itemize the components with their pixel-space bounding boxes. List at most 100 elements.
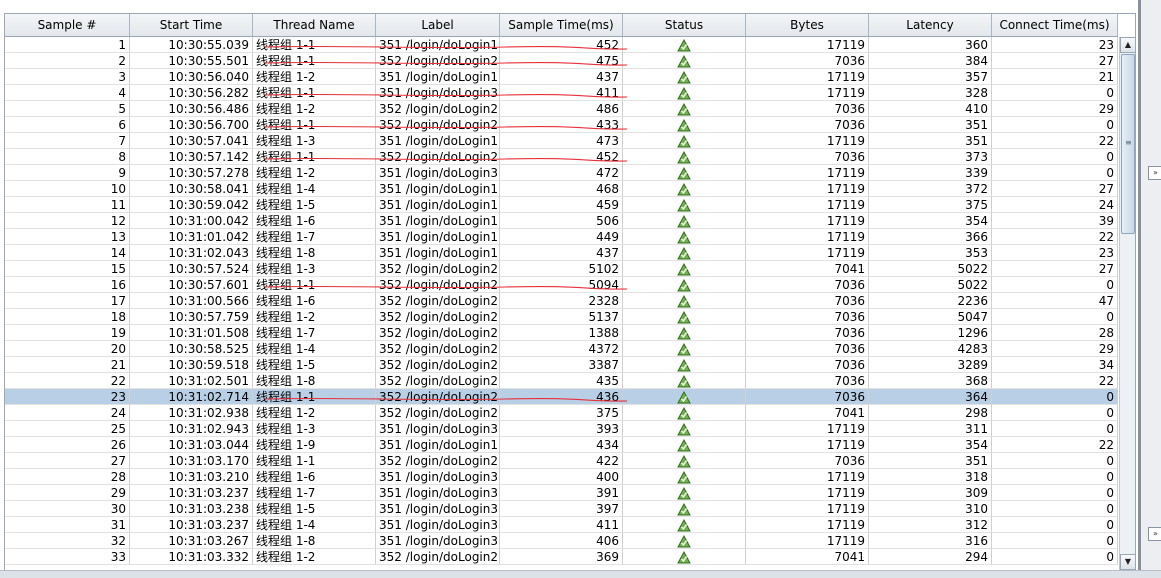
table-row[interactable]: 8 10:30:57.142 线程组 1-1 352 /login/doLogin2 4… — [5, 149, 1118, 165]
table-row[interactable]: 32 10:31:03.267 线程组 1-8 351 /login/doLogin3… — [5, 533, 1118, 549]
cell-label: 351 /login/doLogin1 — [376, 133, 500, 149]
cell-latency: 318 — [869, 469, 992, 485]
cell-start-time: 10:31:03.170 — [130, 453, 253, 469]
table-row[interactable]: 12 10:31:00.042 线程组 1-6 351 /login/doLogin1… — [5, 213, 1118, 229]
table-row[interactable]: 27 10:31:03.170 线程组 1-1 352 /login/doLogin2… — [5, 453, 1118, 469]
table-row[interactable]: 2 10:30:55.501 线程组 1-1 352 /login/doLogin2 4… — [5, 53, 1118, 69]
cell-status — [623, 53, 746, 69]
success-shield-icon — [677, 343, 691, 356]
table-row[interactable]: 24 10:31:02.938 线程组 1-2 352 /login/doLogin2… — [5, 405, 1118, 421]
col-header-label[interactable]: Label — [376, 14, 500, 36]
col-header-sample-number[interactable]: Sample # — [5, 14, 130, 36]
cell-sample-time: 449 — [500, 229, 623, 245]
table-row[interactable]: 19 10:31:01.508 线程组 1-7 352 /login/doLogin2… — [5, 325, 1118, 341]
table-row[interactable]: 28 10:31:03.210 线程组 1-6 351 /login/doLogin3… — [5, 469, 1118, 485]
table-row[interactable]: 33 10:31:03.332 线程组 1-2 352 /login/doLogin2… — [5, 549, 1118, 565]
scroll-up-arrow-icon[interactable]: ▲ — [1120, 37, 1135, 53]
success-shield-icon — [677, 439, 691, 452]
success-shield-icon — [677, 55, 691, 68]
scrollbar-thumb[interactable]: ≡ — [1121, 54, 1135, 234]
cell-label: 351 /login/doLogin3 — [376, 421, 500, 437]
table-row[interactable]: 4 10:30:56.282 线程组 1-1 351 /login/doLogin3 4… — [5, 85, 1118, 101]
cell-sample-number: 12 — [5, 213, 130, 229]
success-shield-icon — [677, 471, 691, 484]
table-row[interactable]: 31 10:31:03.237 线程组 1-4 351 /login/doLogin3… — [5, 517, 1118, 533]
table-row[interactable]: 26 10:31:03.044 线程组 1-9 351 /login/doLogin1… — [5, 437, 1118, 453]
table-row[interactable]: 25 10:31:02.943 线程组 1-3 351 /login/doLogin3… — [5, 421, 1118, 437]
cell-thread-name: 线程组 1-8 — [253, 373, 376, 389]
expand-chevron-icon[interactable]: » — [1148, 527, 1161, 541]
table-row[interactable]: 11 10:30:59.042 线程组 1-5 351 /login/doLogin1… — [5, 197, 1118, 213]
cell-start-time: 10:31:00.042 — [130, 213, 253, 229]
table-row[interactable]: 21 10:30:59.518 线程组 1-5 352 /login/doLogin2… — [5, 357, 1118, 373]
cell-start-time: 10:30:59.042 — [130, 197, 253, 213]
cell-thread-name: 线程组 1-1 — [253, 85, 376, 101]
cell-sample-time: 3387 — [500, 357, 623, 373]
cell-connect-time: 0 — [992, 389, 1118, 405]
vertical-scrollbar[interactable]: ▲ ≡ ▼ — [1119, 37, 1135, 570]
cell-label: 352 /login/doLogin2 — [376, 117, 500, 133]
table-row[interactable]: 1 10:30:55.039 线程组 1-1 351 /login/doLogin1 4… — [5, 37, 1118, 53]
cell-connect-time: 0 — [992, 149, 1118, 165]
cell-bytes: 17119 — [746, 69, 869, 85]
cell-sample-time: 369 — [500, 549, 623, 565]
table-row[interactable]: 20 10:30:58.525 线程组 1-4 352 /login/doLogin2… — [5, 341, 1118, 357]
cell-sample-time: 437 — [500, 245, 623, 261]
table-row[interactable]: 16 10:30:57.601 线程组 1-1 352 /login/doLogin2… — [5, 277, 1118, 293]
cell-sample-number: 13 — [5, 229, 130, 245]
cell-connect-time: 22 — [992, 133, 1118, 149]
cell-sample-number: 23 — [5, 389, 130, 405]
cell-connect-time: 23 — [992, 37, 1118, 53]
cell-sample-time: 391 — [500, 485, 623, 501]
table-row[interactable]: 6 10:30:56.700 线程组 1-1 352 /login/doLogin2 4… — [5, 117, 1118, 133]
scroll-down-arrow-icon[interactable]: ▼ — [1120, 554, 1135, 570]
table-row[interactable]: 14 10:31:02.043 线程组 1-8 351 /login/doLogin1… — [5, 245, 1118, 261]
table-row[interactable]: 9 10:30:57.278 线程组 1-2 351 /login/doLogin3 4… — [5, 165, 1118, 181]
table-row[interactable]: 3 10:30:56.040 线程组 1-2 351 /login/doLogin1 4… — [5, 69, 1118, 85]
table-row[interactable]: 5 10:30:56.486 线程组 1-2 352 /login/doLogin2 4… — [5, 101, 1118, 117]
table-row[interactable]: 29 10:31:03.237 线程组 1-7 351 /login/doLogin3… — [5, 485, 1118, 501]
col-header-connect-time[interactable]: Connect Time(ms) — [992, 14, 1118, 36]
cell-label: 351 /login/doLogin3 — [376, 165, 500, 181]
cell-status — [623, 277, 746, 293]
cell-bytes: 7036 — [746, 309, 869, 325]
table-row[interactable]: 22 10:31:02.501 线程组 1-8 352 /login/doLogin2… — [5, 373, 1118, 389]
table-row[interactable]: 7 10:30:57.041 线程组 1-3 351 /login/doLogin1 4… — [5, 133, 1118, 149]
col-header-start-time[interactable]: Start Time — [130, 14, 253, 36]
cell-latency: 375 — [869, 197, 992, 213]
table-row[interactable]: 30 10:31:03.238 线程组 1-5 351 /login/doLogin3… — [5, 501, 1118, 517]
cell-bytes: 17119 — [746, 421, 869, 437]
cell-sample-number: 9 — [5, 165, 130, 181]
cell-connect-time: 0 — [992, 469, 1118, 485]
col-header-thread-name[interactable]: Thread Name — [253, 14, 376, 36]
cell-label: 352 /login/doLogin2 — [376, 149, 500, 165]
cell-start-time: 10:31:03.238 — [130, 501, 253, 517]
table-row[interactable]: 17 10:31:00.566 线程组 1-6 352 /login/doLogin2… — [5, 293, 1118, 309]
cell-latency: 311 — [869, 421, 992, 437]
col-header-status[interactable]: Status — [623, 14, 746, 36]
table-row[interactable]: 23 10:31:02.714 线程组 1-1 352 /login/doLogin2… — [5, 389, 1118, 405]
cell-bytes: 7041 — [746, 549, 869, 565]
table-row[interactable]: 18 10:30:57.759 线程组 1-2 352 /login/doLogin2… — [5, 309, 1118, 325]
cell-bytes: 7036 — [746, 325, 869, 341]
col-header-bytes[interactable]: Bytes — [746, 14, 869, 36]
col-header-sample-time[interactable]: Sample Time(ms) — [500, 14, 623, 36]
table-row[interactable]: 10 10:30:58.041 线程组 1-4 351 /login/doLogin1… — [5, 181, 1118, 197]
cell-thread-name: 线程组 1-8 — [253, 245, 376, 261]
cell-connect-time: 0 — [992, 309, 1118, 325]
success-shield-icon — [677, 167, 691, 180]
cell-status — [623, 229, 746, 245]
cell-bytes: 17119 — [746, 165, 869, 181]
cell-sample-number: 5 — [5, 101, 130, 117]
table-row[interactable]: 13 10:31:01.042 线程组 1-7 351 /login/doLogin1… — [5, 229, 1118, 245]
cell-status — [623, 309, 746, 325]
cell-bytes: 7041 — [746, 405, 869, 421]
col-header-latency[interactable]: Latency — [869, 14, 992, 36]
cell-bytes: 7036 — [746, 357, 869, 373]
table-row[interactable]: 15 10:30:57.524 线程组 1-3 352 /login/doLogin2… — [5, 261, 1118, 277]
cell-latency: 3289 — [869, 357, 992, 373]
expand-chevron-icon[interactable]: » — [1148, 166, 1161, 180]
success-shield-icon — [677, 407, 691, 420]
cell-start-time: 10:31:01.042 — [130, 229, 253, 245]
cell-start-time: 10:31:03.210 — [130, 469, 253, 485]
